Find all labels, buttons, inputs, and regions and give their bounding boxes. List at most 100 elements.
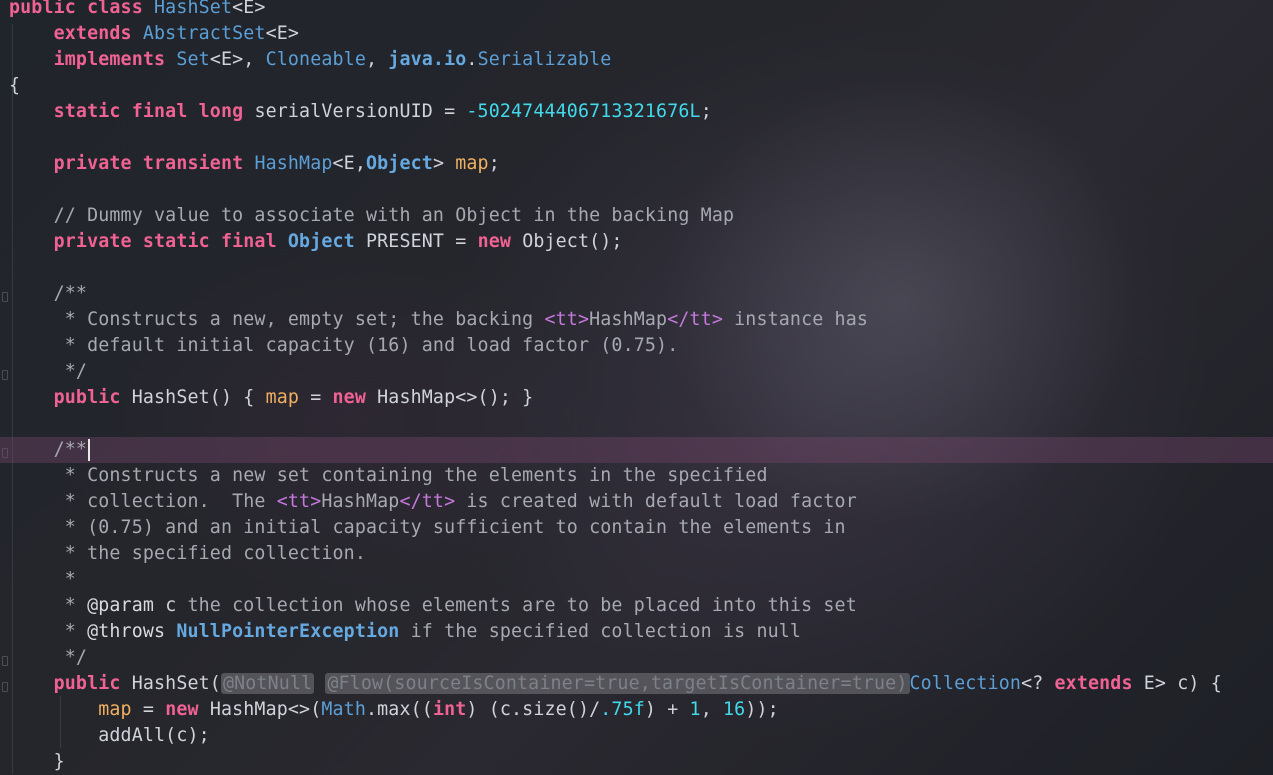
code-token: }: [9, 751, 65, 772]
code-token: </tt>: [667, 309, 723, 330]
code-line[interactable]: public HashSet(@NotNull @Flow(sourceIsCo…: [0, 671, 1273, 697]
code-line[interactable]: public HashSet() { map = new HashMap<>()…: [0, 385, 1273, 411]
code-line[interactable]: private static final Object PRESENT = ne…: [0, 229, 1273, 255]
code-token: HashMap: [321, 491, 400, 512]
code-line[interactable]: static final long serialVersionUID = -50…: [0, 99, 1273, 125]
code-token: -5024744406713321676L: [466, 101, 701, 122]
code-token: the collection whose elements are to be …: [187, 595, 857, 616]
code-token: <E>: [232, 0, 266, 18]
code-token: HashMap: [254, 153, 333, 174]
code-line[interactable]: private transient HashMap<E,Object> map;: [0, 151, 1273, 177]
code-token: private static final: [53, 231, 288, 252]
code-line[interactable]: * the specified collection.: [0, 541, 1273, 567]
code-line[interactable]: [0, 177, 1273, 203]
code-token: 1: [689, 699, 701, 720]
code-token: HashSet() {: [131, 387, 266, 408]
code-token: Object: [366, 153, 433, 174]
code-token: map: [265, 387, 300, 408]
code-token: =: [299, 387, 333, 408]
code-line[interactable]: }: [0, 749, 1273, 775]
code-token: Object: [287, 231, 355, 252]
code-token: Math: [321, 699, 366, 720]
code-line[interactable]: * default initial capacity (16) and load…: [0, 333, 1273, 359]
code-token: /**: [53, 283, 88, 304]
code-token: 16: [723, 699, 746, 720]
code-token: ;: [700, 101, 712, 122]
inferred-annotation-hint: @Flow(sourceIsContainer=true,targetIsCon…: [325, 673, 910, 694]
code-token: int: [432, 699, 467, 720]
code-token: Object();: [522, 231, 623, 252]
code-line[interactable]: public class HashSet<E>: [0, 0, 1273, 21]
code-token: HashMap<>(: [209, 699, 322, 720]
code-token: */: [64, 647, 88, 668]
code-line[interactable]: /**: [0, 281, 1273, 307]
code-line[interactable]: * collection. The <tt>HashMap</tt> is cr…: [0, 489, 1273, 515]
code-token: implements: [53, 49, 177, 70]
code-line[interactable]: * @param c the collection whose elements…: [0, 593, 1273, 619]
code-token: */: [64, 361, 88, 382]
code-line[interactable]: */: [0, 359, 1273, 385]
code-token: is created with default load factor: [455, 491, 857, 512]
code-line[interactable]: [0, 125, 1273, 151]
code-token: ) +: [644, 699, 690, 720]
code-token: // Dummy value to associate with an Obje…: [53, 205, 735, 226]
code-line[interactable]: extends AbstractSet<E>: [0, 21, 1273, 47]
code-token: HashSet(: [131, 673, 221, 694]
code-token: E> c) {: [1143, 673, 1222, 694]
code-token: private transient: [53, 153, 255, 174]
code-token: * Constructs a new set containing the el…: [64, 465, 768, 486]
code-token: <tt>: [276, 491, 322, 512]
inferred-annotation-hint: @NotNull: [220, 673, 315, 694]
code-token: <tt>: [544, 309, 590, 330]
code-line[interactable]: addAll(c);: [0, 723, 1273, 749]
code-line[interactable]: implements Set<E>, Cloneable, java.io.Se…: [0, 47, 1273, 73]
code-token: extends: [53, 23, 143, 44]
code-token: new: [332, 387, 378, 408]
code-line[interactable]: * (0.75) and an initial capacity suffici…: [0, 515, 1273, 541]
code-line[interactable]: {: [0, 73, 1273, 99]
code-token: </tt>: [399, 491, 456, 512]
code-token: * Constructs a new, empty set; the backi…: [64, 309, 545, 330]
code-token: >: [432, 153, 456, 174]
code-line[interactable]: * Constructs a new, empty set; the backi…: [0, 307, 1273, 333]
code-token: ,: [366, 49, 389, 70]
code-token: ) (c.size()/: [466, 699, 601, 720]
code-token: HashSet: [154, 0, 233, 18]
code-token: map: [98, 699, 132, 720]
code-line[interactable]: // Dummy value to associate with an Obje…: [0, 203, 1273, 229]
code-line[interactable]: * Constructs a new set containing the el…: [0, 463, 1273, 489]
code-line[interactable]: */: [0, 645, 1273, 671]
code-token: Cloneable: [265, 49, 366, 70]
code-token: Collection: [909, 673, 1022, 694]
code-token: * default initial capacity (16) and load…: [64, 335, 679, 356]
code-line[interactable]: map = new HashMap<>(Math.max((int) (c.si…: [0, 697, 1273, 723]
current-code-line[interactable]: /**: [0, 437, 1273, 463]
code-token: java.io: [388, 49, 467, 70]
code-token: /**: [53, 439, 88, 460]
code-token: ,: [700, 699, 723, 720]
code-line[interactable]: *: [0, 567, 1273, 593]
code-line[interactable]: [0, 411, 1273, 437]
code-token: new: [477, 231, 523, 252]
code-token: Set: [176, 49, 210, 70]
code-line[interactable]: [0, 255, 1273, 281]
code-token: @param: [87, 595, 166, 616]
code-token: * (0.75) and an initial capacity suffici…: [64, 517, 846, 538]
code-token: .: [466, 49, 478, 70]
code-line[interactable]: * @throws NullPointerException if the sp…: [0, 619, 1273, 645]
code-editor[interactable]: public class HashSet<E> extends Abstract…: [0, 0, 1273, 775]
